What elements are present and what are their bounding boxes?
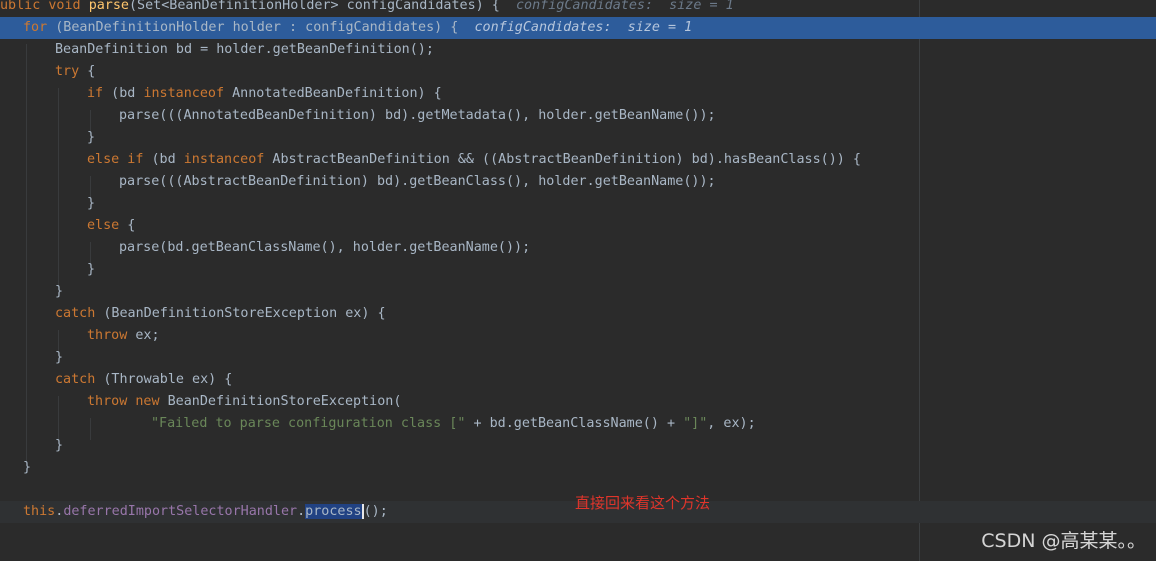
code-text: } (55, 350, 64, 365)
keyword: throw (87, 328, 128, 343)
keyword: else if (87, 152, 144, 167)
code-line[interactable]: try { (0, 61, 1156, 83)
code-text: (Set<BeanDefinitionHolder> configCandida… (129, 0, 500, 13)
annotation-note: 直接回来看这个方法 (575, 494, 711, 512)
code-text: (); (363, 504, 388, 519)
code-text: } (87, 262, 96, 277)
code-text: + bd.getBeanClassName() + (465, 416, 684, 431)
watermark: CSDN @高某某。。 (981, 530, 1146, 552)
code-line[interactable]: } (0, 259, 1156, 281)
code-text: BeanDefinition bd = holder.getBeanDefini… (55, 42, 434, 57)
code-line[interactable]: } (0, 127, 1156, 149)
code-line[interactable]: } (0, 457, 1156, 479)
keyword: throw (87, 394, 128, 409)
keyword: if (87, 86, 104, 101)
code-text: } (23, 460, 32, 475)
code-text: parse(((AbstractBeanDefinition) bd).getB… (119, 174, 716, 189)
code-text: { (119, 218, 136, 233)
code-text: (Throwable ex) { (95, 372, 233, 387)
code-text: (BeanDefinitionStoreException ex) { (95, 306, 386, 321)
keyword: this (23, 504, 56, 519)
code-line[interactable]: parse(((AnnotatedBeanDefinition) bd).get… (0, 105, 1156, 127)
code-line[interactable]: } (0, 281, 1156, 303)
code-line[interactable]: throw new BeanDefinitionStoreException( (0, 391, 1156, 413)
code-line[interactable]: "Failed to parse configuration class [" … (0, 413, 1156, 435)
string-literal: "Failed to parse configuration class [" (151, 416, 466, 431)
keyword: try (55, 64, 80, 79)
string-literal: "]" (683, 416, 708, 431)
code-text: (bd (103, 86, 144, 101)
code-line[interactable]: ublic void parse(Set<BeanDefinitionHolde… (0, 0, 1156, 17)
code-line[interactable]: if (bd instanceof AnnotatedBeanDefinitio… (0, 83, 1156, 105)
code-text: parse(bd.getBeanClassName(), holder.getB… (119, 240, 531, 255)
selected-method-name[interactable]: process (305, 504, 364, 519)
code-text: AbstractBeanDefinition && ((AbstractBean… (264, 152, 861, 167)
code-line[interactable]: parse(((AbstractBeanDefinition) bd).getB… (0, 171, 1156, 193)
method-name: parse (88, 0, 129, 13)
code-editor[interactable]: ublic void parse(Set<BeanDefinitionHolde… (0, 0, 1156, 561)
execution-line[interactable]: for (BeanDefinitionHolder holder : confi… (0, 17, 1156, 39)
debug-inline-hint: configCandidates: size = 1 (474, 20, 693, 35)
keyword: instanceof (183, 152, 265, 167)
code-text: } (55, 438, 64, 453)
code-text: parse(((AnnotatedBeanDefinition) bd).get… (119, 108, 716, 123)
code-text: } (87, 196, 96, 211)
code-line[interactable]: throw ex; (0, 325, 1156, 347)
keyword: for (23, 20, 48, 35)
keyword: else (87, 218, 120, 233)
keyword: catch (55, 306, 96, 321)
code-text: AnnotatedBeanDefinition) { (224, 86, 442, 101)
code-line[interactable]: } (0, 193, 1156, 215)
code-text: } (55, 284, 64, 299)
code-line[interactable]: catch (Throwable ex) { (0, 369, 1156, 391)
code-text: } (87, 130, 96, 145)
code-line[interactable]: else { (0, 215, 1156, 237)
code-text: , ex); (707, 416, 756, 431)
keyword: new (135, 394, 160, 409)
keyword: instanceof (143, 86, 225, 101)
code-text: (BeanDefinitionHolder holder : configCan… (47, 20, 459, 35)
keyword: catch (55, 372, 96, 387)
code-line[interactable]: BeanDefinition bd = holder.getBeanDefini… (0, 39, 1156, 61)
code-text: ex; (127, 328, 160, 343)
code-text: (bd (143, 152, 184, 167)
code-text: { (79, 64, 96, 79)
code-line[interactable]: else if (bd instanceof AbstractBeanDefin… (0, 149, 1156, 171)
debug-inline-hint: configCandidates: size = 1 (515, 0, 734, 13)
code-text: . (297, 504, 306, 519)
code-line[interactable]: } (0, 435, 1156, 457)
code-line[interactable]: } (0, 347, 1156, 369)
code-line[interactable]: parse(bd.getBeanClassName(), holder.getB… (0, 237, 1156, 259)
code-line[interactable]: catch (BeanDefinitionStoreException ex) … (0, 303, 1156, 325)
code-text: BeanDefinitionStoreException( (159, 394, 402, 409)
keyword: ublic void (0, 0, 89, 13)
field-name: deferredImportSelectorHandler (63, 504, 298, 519)
